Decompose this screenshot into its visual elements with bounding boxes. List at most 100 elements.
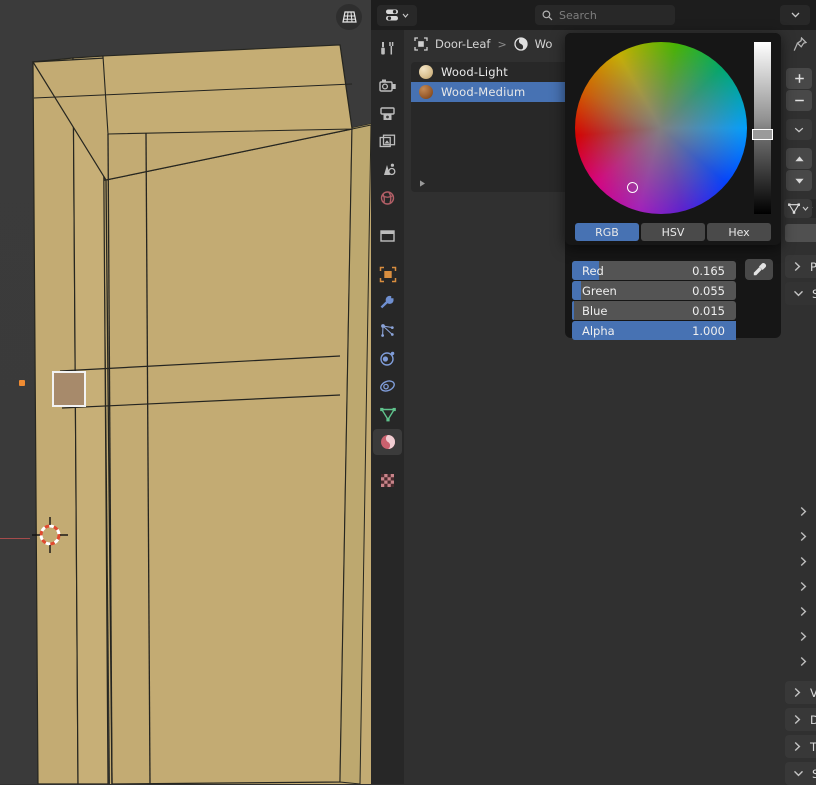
tab-rgb[interactable]: RGB <box>575 223 639 241</box>
assign-button-row: Assign <box>785 224 816 242</box>
triangle-right-icon <box>420 179 425 187</box>
mesh-data-icon <box>379 407 396 421</box>
tab-hsv[interactable]: HSV <box>641 223 705 241</box>
row-roughness: Roughness 0.500 <box>785 399 816 420</box>
selected-face[interactable] <box>52 371 86 407</box>
move-slot-up-button[interactable] <box>786 148 812 169</box>
color-picker-popup[interactable]: RGB HSV Hex <box>565 33 781 245</box>
breadcrumb-material[interactable]: Wo <box>535 37 553 51</box>
slider-alpha[interactable]: Alpha 1.000 <box>572 321 736 340</box>
tab-hex[interactable]: Hex <box>707 223 771 241</box>
search-icon <box>542 10 553 20</box>
material-slot-label: Wood-Light <box>441 65 508 79</box>
assign-button[interactable]: Assign <box>785 224 816 242</box>
color-mode-tabs: RGB HSV Hex <box>575 223 771 241</box>
panel-settings-label: Settings <box>812 766 816 781</box>
material-sphere-icon <box>380 435 395 449</box>
row-surface-shader: Surface <box>785 313 816 334</box>
subpanel-coat[interactable]: Coat <box>785 574 816 598</box>
sidebar-item-scene[interactable] <box>371 156 404 184</box>
properties-header: Search <box>371 0 816 30</box>
chevron-right-icon <box>800 581 807 591</box>
object-square-icon <box>379 266 396 282</box>
panel-volume[interactable]: Volume <box>785 681 816 704</box>
sidebar-item-collection[interactable] <box>371 222 404 250</box>
material-preview-swatch <box>419 65 433 79</box>
sidebar-item-material[interactable] <box>371 428 404 456</box>
scene-cone-icon <box>384 163 396 176</box>
properties-tab-rail <box>371 30 404 784</box>
slider-green[interactable]: Green 0.055 <box>572 281 736 300</box>
value-slider-handle[interactable] <box>752 129 773 140</box>
sidebar-item-modifiers[interactable] <box>371 288 404 316</box>
properties-editor-icon[interactable] <box>377 4 417 26</box>
remove-slot-button[interactable] <box>786 90 812 111</box>
slider-red-value: 0.165 <box>692 263 725 278</box>
subpanel-sheen[interactable]: Sheen <box>785 599 816 623</box>
panel-preview[interactable]: Preview <box>785 255 816 278</box>
pin-id-button[interactable] <box>788 33 812 55</box>
chevron-down-icon <box>794 770 803 777</box>
axis-line-red <box>0 538 30 539</box>
subpanel-thin-film[interactable]: Thin Film <box>785 649 816 673</box>
mesh-data-selector[interactable] <box>784 199 812 218</box>
rgba-sliders: Red 0.165 Green 0.055 Blue 0.015 Alpha 1… <box>569 259 739 340</box>
value-slider[interactable] <box>754 42 771 214</box>
tool-icon <box>381 41 394 54</box>
search-input[interactable]: Search <box>535 5 675 25</box>
chevron-down-icon <box>802 206 809 211</box>
sidebar-item-constraints[interactable] <box>371 372 404 400</box>
sidebar-item-texture[interactable] <box>371 466 404 494</box>
subpanel-specular[interactable]: Specular <box>785 524 816 548</box>
slider-red-label: Red <box>582 263 604 278</box>
breadcrumb-separator: > <box>497 37 507 51</box>
chevron-right-icon <box>800 631 807 641</box>
grid-floor-icon[interactable] <box>336 4 362 30</box>
sidebar-item-world[interactable] <box>371 184 404 212</box>
slider-alpha-value: 1.000 <box>692 323 725 338</box>
eyedropper-button[interactable] <box>745 259 773 280</box>
sidebar-item-particles[interactable] <box>371 316 404 344</box>
sidebar-item-object[interactable] <box>371 260 404 288</box>
sidebar-item-render[interactable] <box>371 72 404 100</box>
viewport-3d[interactable] <box>0 0 371 784</box>
panel-thickness-label: Thickness <box>810 739 816 754</box>
color-wheel-cursor[interactable] <box>627 182 638 193</box>
triangle-up-icon <box>794 155 804 161</box>
physics-orbit-icon <box>380 351 395 366</box>
header-options-button[interactable] <box>780 5 810 25</box>
row-label: Base Color <box>785 353 816 367</box>
chevron-right-icon <box>800 606 807 616</box>
mesh-data-icon <box>788 203 800 214</box>
panel-thickness[interactable]: Thickness <box>785 735 816 758</box>
panel-surface[interactable]: Surface <box>785 282 816 305</box>
panel-settings[interactable]: Settings <box>785 762 816 785</box>
tab-hex-label: Hex <box>728 225 750 239</box>
texture-checker-icon <box>381 473 394 487</box>
slider-blue[interactable]: Blue 0.015 <box>572 301 736 320</box>
color-wheel[interactable] <box>575 42 747 214</box>
add-slot-button[interactable] <box>786 68 812 89</box>
slider-red[interactable]: Red 0.165 <box>572 261 736 280</box>
slot-specials-button[interactable] <box>786 119 812 140</box>
material-slot-label: Wood-Medium <box>441 85 526 99</box>
subpanel-transmission[interactable]: Transmission <box>785 549 816 573</box>
slider-green-label: Green <box>582 283 617 298</box>
breadcrumb-object[interactable]: Door-Leaf <box>435 37 490 51</box>
sidebar-item-output[interactable] <box>371 100 404 128</box>
panel-preview-label: Preview <box>810 259 816 274</box>
sidebar-item-physics[interactable] <box>371 344 404 372</box>
slider-blue-label: Blue <box>582 303 608 318</box>
chevron-right-icon <box>800 531 807 541</box>
chevron-right-icon <box>794 714 801 725</box>
sidebar-item-object-data[interactable] <box>371 400 404 428</box>
sidebar-item-view-layer[interactable] <box>371 128 404 156</box>
panel-displacement[interactable]: Displacement <box>785 708 816 731</box>
subpanel-emission[interactable]: Emission <box>785 624 816 648</box>
printer-icon <box>380 107 395 120</box>
sidebar-item-tool[interactable] <box>371 34 404 62</box>
move-slot-down-button[interactable] <box>786 170 812 191</box>
search-placeholder: Search <box>559 8 597 22</box>
row-normal: Normal Default <box>785 474 816 495</box>
subpanel-subsurface[interactable]: Subsurface <box>785 499 816 523</box>
